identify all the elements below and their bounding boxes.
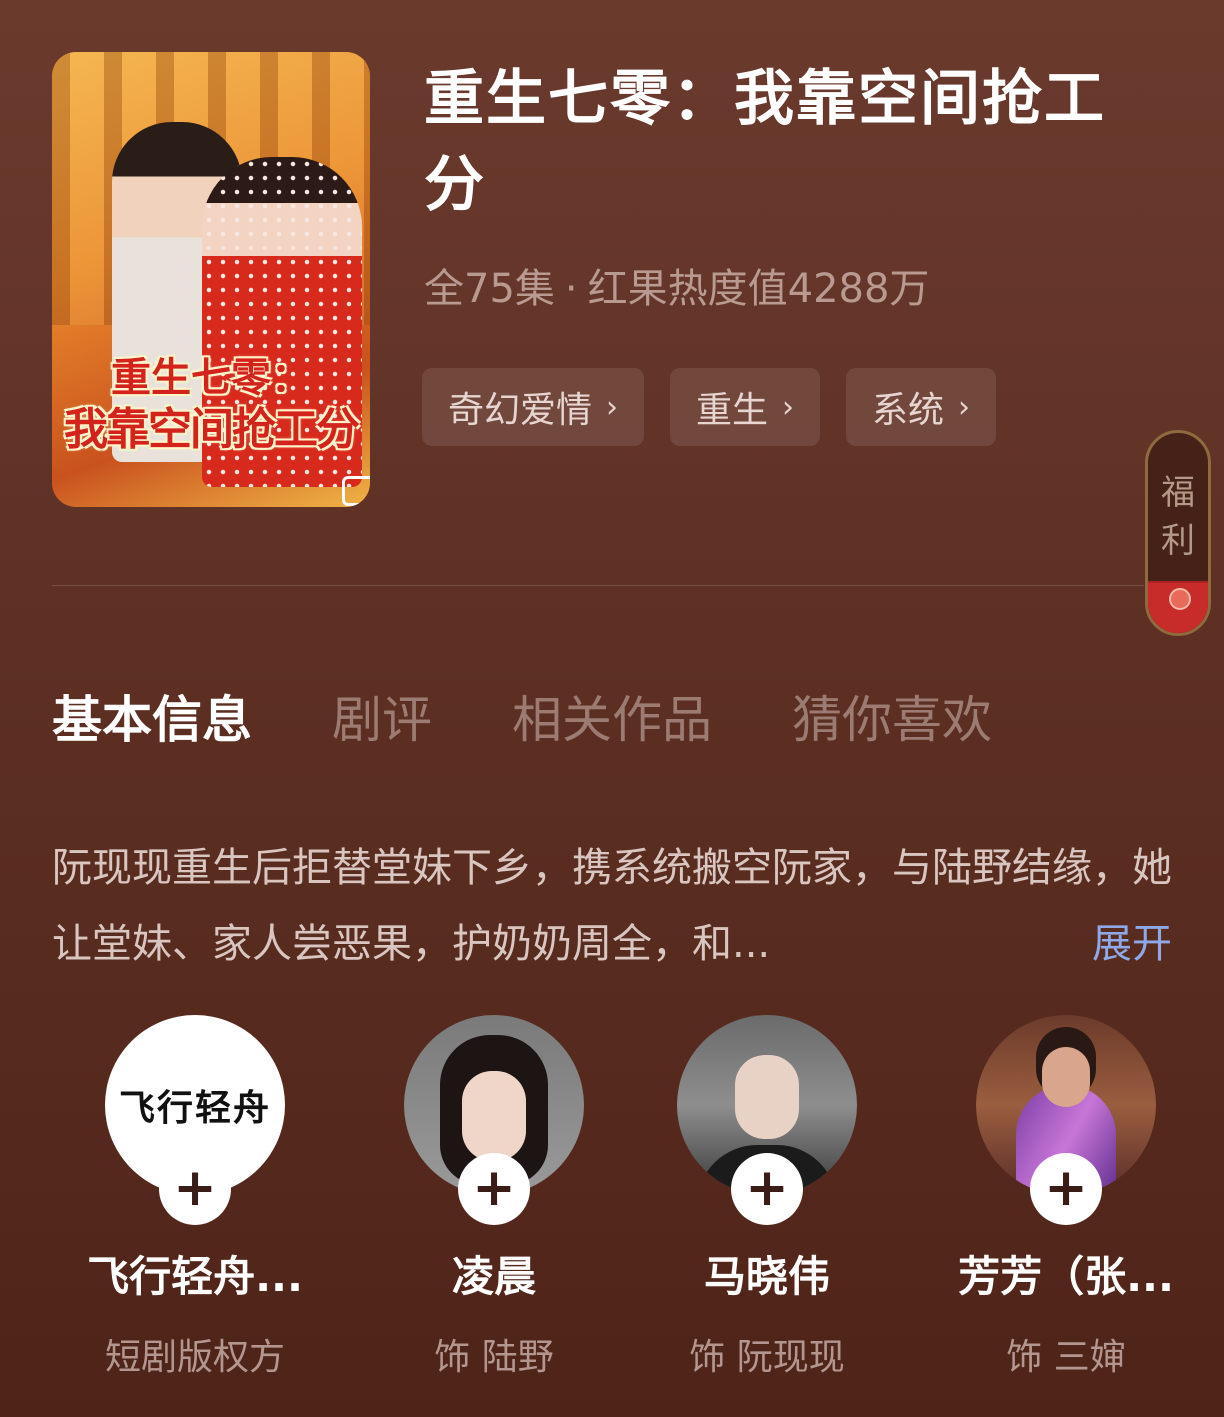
follow-plus-icon[interactable]: +: [159, 1153, 231, 1225]
cast-role: 短剧版权方: [104, 1337, 285, 1378]
welfare-label: 福 利: [1148, 469, 1208, 565]
poster-image[interactable]: 重生七零： 我靠空间抢工分: [52, 52, 370, 507]
cast-name: 凌晨: [451, 1252, 536, 1301]
cast-role: 饰 陆野: [434, 1337, 554, 1378]
tag-label: 奇幻爱情: [448, 390, 593, 431]
divider: [52, 585, 1144, 586]
avatar[interactable]: +: [976, 1015, 1156, 1225]
poster-title-line2: 我靠空间抢工分: [64, 404, 360, 455]
episode-count: 全75集: [424, 266, 555, 312]
cast-item[interactable]: + 凌晨 饰 陆野: [364, 1015, 624, 1380]
expand-button[interactable]: 展开: [1092, 906, 1172, 982]
avatar[interactable]: +: [404, 1015, 584, 1225]
cast-name: 马晓伟: [703, 1252, 830, 1301]
tag-chip[interactable]: 系统 ›: [846, 368, 997, 446]
drama-title: 重生七零：我靠空间抢工分: [424, 64, 1106, 220]
follow-plus-icon[interactable]: +: [731, 1153, 803, 1225]
tab-reviews[interactable]: 剧评: [332, 680, 432, 752]
welfare-label-line1: 福: [1161, 473, 1195, 513]
chevron-right-icon: ›: [606, 389, 619, 425]
cast-name: 芳芳（张...: [958, 1252, 1174, 1301]
screencast-icon[interactable]: [342, 476, 370, 506]
tag-chip[interactable]: 重生 ›: [670, 368, 821, 446]
tag-label: 重生: [696, 390, 769, 431]
avatar[interactable]: +: [677, 1015, 857, 1225]
avatar[interactable]: 飞行轻舟 +: [105, 1015, 285, 1225]
synopsis: 阮现现重生后拒替堂妹下乡，携系统搬空阮家，与陆野结缘，她让堂妹、家人尝恶果，护奶…: [52, 830, 1172, 982]
cast-name: 飞行轻舟...: [87, 1252, 303, 1301]
cast-item[interactable]: + 马晓伟 饰 阮现现: [637, 1015, 897, 1380]
tag-list: 奇幻爱情 › 重生 › 系统 ›: [422, 368, 997, 446]
follow-plus-icon[interactable]: +: [1030, 1153, 1102, 1225]
tab-bar: 基本信息 剧评 相关作品 猜你喜欢: [52, 680, 992, 752]
cast-role: 饰 三婶: [1006, 1337, 1126, 1378]
follow-plus-icon[interactable]: +: [458, 1153, 530, 1225]
welfare-label-line2: 利: [1161, 521, 1195, 561]
tag-label: 系统: [872, 390, 945, 431]
cast-item[interactable]: + 芳芳（张... 饰 三婶: [936, 1015, 1196, 1380]
coin-icon: [1169, 588, 1191, 610]
cast-item[interactable]: 飞行轻舟 + 飞行轻舟... 短剧版权方: [65, 1015, 325, 1380]
tag-chip[interactable]: 奇幻爱情 ›: [422, 368, 645, 446]
welfare-floating-button[interactable]: 福 利: [1145, 430, 1211, 636]
tab-related-works[interactable]: 相关作品: [512, 680, 712, 752]
synopsis-text: 阮现现重生后拒替堂妹下乡，携系统搬空阮家，与陆野结缘，她让堂妹、家人尝恶果，护奶…: [52, 845, 1172, 967]
meta-separator: ·: [564, 266, 578, 312]
heat-value: 红果热度值4288万: [587, 266, 930, 312]
chevron-right-icon: ›: [782, 389, 795, 425]
chevron-right-icon: ›: [958, 389, 971, 425]
drama-meta: 全75集 · 红果热度值4288万: [424, 256, 929, 314]
poster-title: 重生七零： 我靠空间抢工分: [62, 352, 360, 456]
tab-basic-info[interactable]: 基本信息: [52, 680, 252, 752]
cast-role: 饰 阮现现: [689, 1337, 845, 1378]
poster-title-line1: 重生七零：: [111, 354, 311, 401]
tab-recommendations[interactable]: 猜你喜欢: [792, 680, 992, 752]
